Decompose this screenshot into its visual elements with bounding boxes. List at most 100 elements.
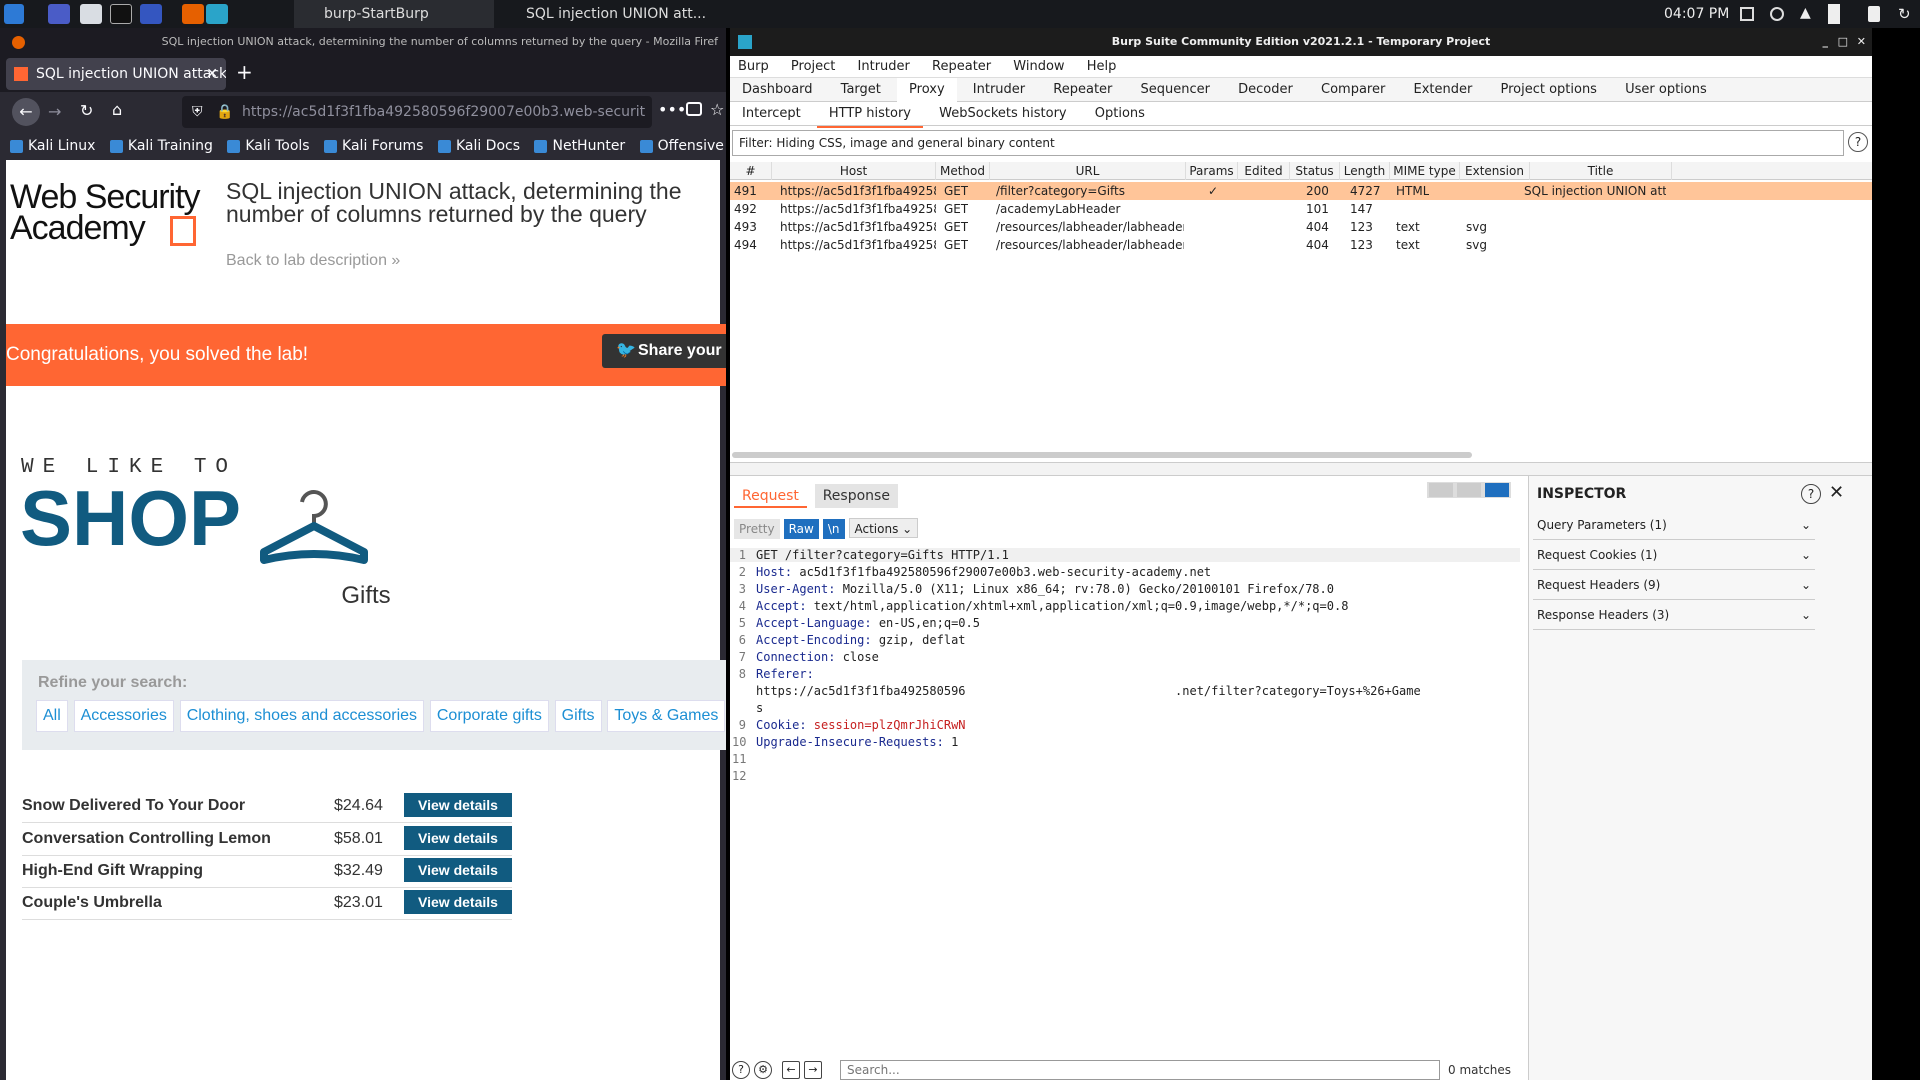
terminal-icon[interactable] <box>110 4 132 24</box>
filter-gifts[interactable]: Gifts <box>554 700 602 732</box>
filter-corporate-gifts[interactable]: Corporate gifts <box>429 700 549 732</box>
layout-split-horizontal-icon[interactable] <box>1429 483 1453 497</box>
layout-split-vertical-icon[interactable] <box>1457 483 1481 497</box>
col-host[interactable]: Host <box>772 162 936 180</box>
burp-icon[interactable] <box>206 4 228 24</box>
history-hscrollbar[interactable] <box>732 452 1472 458</box>
filter-all[interactable]: All <box>36 700 68 732</box>
inspector-query-params[interactable]: Query Parameters (1) ⌄ <box>1533 510 1815 540</box>
page-actions-icon[interactable]: ••• <box>658 100 686 119</box>
close-window-icon[interactable]: ✕ <box>1857 28 1866 56</box>
layout-tabs-icon[interactable] <box>1485 483 1509 497</box>
col-extension[interactable]: Extension <box>1460 162 1530 180</box>
tab-target[interactable]: Target <box>829 78 893 102</box>
help-icon[interactable]: ? <box>1848 132 1868 152</box>
inspector-request-headers[interactable]: Request Headers (9) ⌄ <box>1533 570 1815 600</box>
col-number[interactable]: # <box>730 162 772 180</box>
inspector-response-headers[interactable]: Response Headers (3) ⌄ <box>1533 600 1815 630</box>
url-bar[interactable]: ⛨ 🔒 https://ac5d1f3f1fba492580596f29007e… <box>182 96 652 128</box>
tab-response[interactable]: Response <box>814 484 898 508</box>
view-details-button[interactable]: View details <box>404 826 512 850</box>
home-icon[interactable]: ⌂ <box>112 100 122 119</box>
bookmark-kali-linux[interactable]: Kali Linux <box>10 132 95 160</box>
bookmark-kali-training[interactable]: Kali Training <box>109 132 213 160</box>
request-editor[interactable]: 1 GET /filter?category=Gifts HTTP/1.1 2 … <box>730 548 1520 988</box>
col-status[interactable]: Status <box>1290 162 1340 180</box>
tab-request[interactable]: Request <box>734 484 807 508</box>
tab-intercept[interactable]: Intercept <box>730 102 813 126</box>
menu-help[interactable]: Help <box>1087 56 1117 78</box>
tab-extender[interactable]: Extender <box>1401 78 1484 102</box>
tab-comparer[interactable]: Comparer <box>1309 78 1397 102</box>
power-icon[interactable] <box>1770 7 1784 21</box>
battery-icon[interactable] <box>1828 4 1840 24</box>
history-filter-bar[interactable]: Filter: Hiding CSS, image and general bi… <box>732 130 1844 156</box>
history-row[interactable]: 492 https://ac5d1f3f1fba49258059... GET … <box>730 200 1872 218</box>
filter-toys-games[interactable]: Toys & Games <box>607 700 726 732</box>
star-icon[interactable]: ☆ <box>710 100 724 119</box>
menu-repeater[interactable]: Repeater <box>932 56 991 78</box>
task-firefox[interactable]: SQL injection UNION att... <box>496 0 716 28</box>
tab-proxy[interactable]: Proxy <box>897 78 957 104</box>
shield-icon[interactable]: ⛨ <box>192 96 203 128</box>
tab-user-options[interactable]: User options <box>1613 78 1719 102</box>
pocket-icon[interactable] <box>686 102 702 116</box>
close-tab-icon[interactable]: ✕ <box>206 58 218 90</box>
menu-intruder[interactable]: Intruder <box>858 56 910 78</box>
minimize-icon[interactable]: _ <box>1823 28 1829 56</box>
inspector-request-cookies[interactable]: Request Cookies (1) ⌄ <box>1533 540 1815 570</box>
col-edited[interactable]: Edited <box>1238 162 1290 180</box>
refresh-icon[interactable]: ↻ <box>1898 5 1911 23</box>
task-burp[interactable]: burp-StartBurp <box>294 0 494 28</box>
reload-icon[interactable]: ↻ <box>80 101 93 120</box>
back-icon[interactable]: ← <box>12 98 40 126</box>
col-title[interactable]: Title <box>1530 162 1672 180</box>
close-icon[interactable]: ✕ <box>1829 482 1844 503</box>
forward-icon[interactable]: → <box>48 102 61 121</box>
wsa-logo[interactable]: Web Security Academy <box>10 180 201 246</box>
menu-window[interactable]: Window <box>1013 56 1064 78</box>
help-icon[interactable]: ? <box>732 1061 750 1079</box>
bell-icon[interactable]: ▲ <box>1800 5 1811 21</box>
actions-dropdown[interactable]: Actions ⌄ <box>848 518 919 538</box>
tab-repeater[interactable]: Repeater <box>1041 78 1124 102</box>
kali-menu-icon[interactable] <box>4 4 24 24</box>
pane-splitter[interactable] <box>730 462 1872 476</box>
tab-dashboard[interactable]: Dashboard <box>730 78 825 102</box>
pretty-button[interactable]: Pretty <box>734 519 780 539</box>
new-tab-icon[interactable]: + <box>236 60 253 84</box>
history-row[interactable]: 494 https://ac5d1f3f1fba49258059... GET … <box>730 236 1872 254</box>
screen-toggle-icon[interactable] <box>1740 7 1754 21</box>
col-length[interactable]: Length <box>1340 162 1390 180</box>
bookmark-kali-tools[interactable]: Kali Tools <box>227 132 310 160</box>
bookmark-offensive-security[interactable]: Offensive Se <box>639 132 726 160</box>
view-details-button[interactable]: View details <box>404 858 512 882</box>
bookmark-kali-forums[interactable]: Kali Forums <box>324 132 423 160</box>
desktop-icon[interactable] <box>48 4 70 24</box>
screen-icon[interactable] <box>140 4 162 24</box>
tab-websockets-history[interactable]: WebSockets history <box>927 102 1078 126</box>
view-details-button[interactable]: View details <box>404 890 512 914</box>
col-mime[interactable]: MIME type <box>1390 162 1460 180</box>
filter-clothing[interactable]: Clothing, shoes and accessories <box>179 700 425 732</box>
arrow-left-icon[interactable]: ← <box>782 1061 800 1079</box>
bookmark-nethunter[interactable]: NetHunter <box>534 132 625 160</box>
tab-proxy-options[interactable]: Options <box>1083 102 1157 126</box>
gear-icon[interactable]: ⚙ <box>754 1061 772 1079</box>
help-icon[interactable]: ? <box>1801 484 1821 504</box>
tab-sequencer[interactable]: Sequencer <box>1129 78 1222 102</box>
menu-project[interactable]: Project <box>791 56 835 78</box>
lock-icon[interactable] <box>1868 6 1880 22</box>
share-button[interactable]: 🐦 Share your <box>602 334 732 368</box>
search-input[interactable] <box>840 1060 1440 1080</box>
filter-accessories[interactable]: Accessories <box>73 700 174 732</box>
back-to-lab-link[interactable]: Back to lab description » <box>226 252 400 270</box>
history-row[interactable]: 491 https://ac5d1f3f1fba49258059... GET … <box>730 182 1872 200</box>
raw-button[interactable]: Raw <box>783 519 819 539</box>
view-details-button[interactable]: View details <box>404 793 512 817</box>
bookmark-kali-docs[interactable]: Kali Docs <box>437 132 520 160</box>
col-url[interactable]: URL <box>990 162 1186 180</box>
col-params[interactable]: Params <box>1186 162 1238 180</box>
col-method[interactable]: Method <box>936 162 990 180</box>
firefox-icon[interactable] <box>182 4 204 24</box>
